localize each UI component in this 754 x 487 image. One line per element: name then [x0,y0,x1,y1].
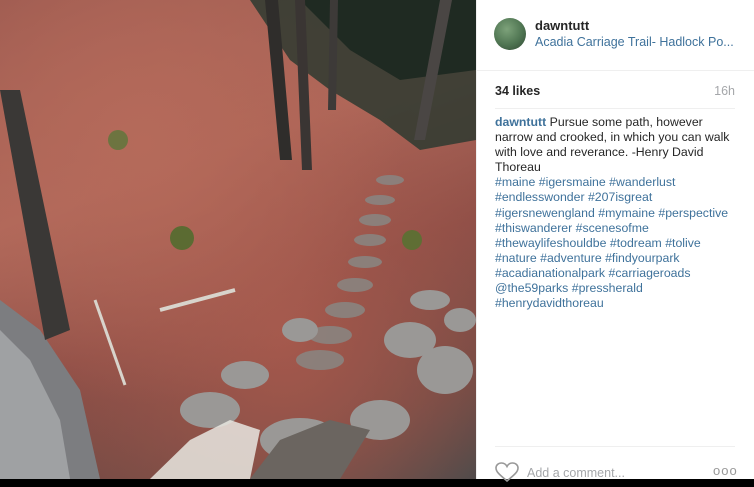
hashtag-line[interactable]: #maine #igersmaine #wanderlust [495,175,741,190]
post-time[interactable]: 16h [714,84,735,98]
avatar[interactable] [494,18,526,50]
forest-trail-photo [0,0,476,479]
post-header: dawntutt Acadia Carriage Trail- Hadlock … [477,0,754,71]
divider [495,446,735,447]
hashtag-line[interactable]: #igersnewengland #mymaine #perspective [495,206,741,221]
post-details-panel: dawntutt Acadia Carriage Trail- Hadlock … [476,0,754,483]
hashtag-line[interactable]: #nature #adventure #findyourpark [495,251,741,266]
caption-username-link[interactable]: dawntutt [495,115,546,129]
hashtags: #maine #igersmaine #wanderlust #endlessw… [495,175,741,311]
post-photo[interactable] [0,0,476,479]
hashtag-line[interactable]: #thiswanderer #scenesofme [495,221,741,236]
likes-row: 34 likes 16h [495,84,735,100]
heart-icon[interactable] [495,462,519,483]
username-link[interactable]: dawntutt [535,18,589,33]
hashtag-line[interactable]: #endlesswonder #207isgreat [495,190,741,205]
likes-count[interactable]: 34 likes [495,84,540,98]
caption: dawntutt Pursue some path, however narro… [495,115,741,311]
more-options-icon[interactable]: ooo [713,463,737,479]
hashtag-line[interactable]: #henrydavidthoreau [495,296,741,311]
location-link[interactable]: Acadia Carriage Trail- Hadlock Po... [535,35,735,49]
comment-input[interactable] [527,464,697,482]
divider [495,108,735,109]
hashtag-line[interactable]: #thewaylifeshouldbe #todream #tolive [495,236,741,251]
hashtag-line[interactable]: #acadianationalpark #carriageroads [495,266,741,281]
hashtag-line[interactable]: @the59parks #pressherald [495,281,741,296]
